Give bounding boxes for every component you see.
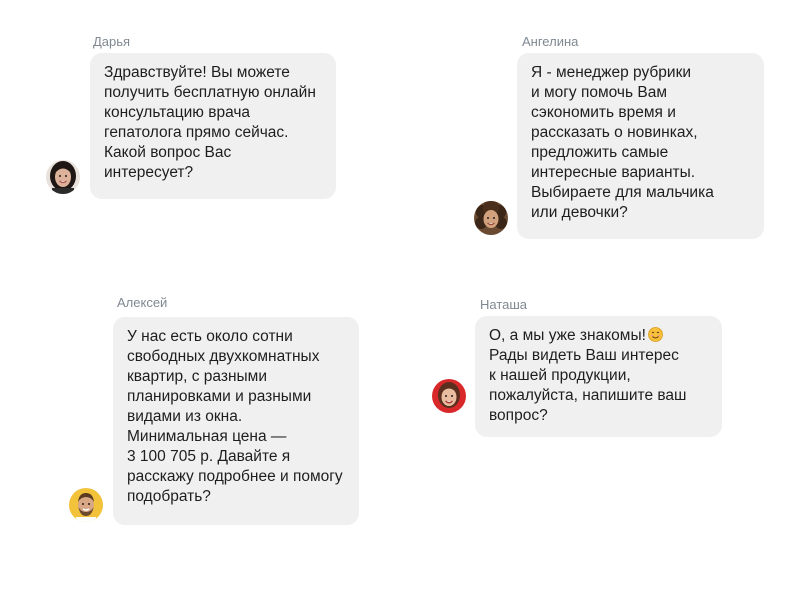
chat-examples-canvas: Дарья Здравствуйте! Вы можете получить б…	[0, 0, 800, 594]
smiling-face-emoji-icon	[647, 327, 663, 342]
message-text-rest: Рады видеть Ваш интерес к нашей продукци…	[489, 347, 687, 424]
sender-name: Алексей	[117, 295, 168, 310]
sender-name: Дарья	[93, 34, 131, 49]
message-text: О, а мы уже знакомы! Рады видеть Ваш инт…	[489, 326, 708, 426]
man-beard-avatar-icon	[69, 488, 103, 522]
sender-name: Ангелина	[522, 34, 579, 49]
sender-name: Наташа	[480, 297, 528, 312]
message-text: У нас есть около сотни свободных двухком…	[127, 328, 343, 505]
message-text-line: О, а мы уже знакомы!	[489, 327, 646, 344]
message-text: Я - менеджер рубрики и могу помочь Вам с…	[531, 64, 714, 221]
message-bubble: О, а мы уже знакомы! Рады видеть Ваш инт…	[475, 316, 722, 437]
woman-dark-hair-avatar-icon	[46, 160, 80, 194]
message-bubble: Я - менеджер рубрики и могу помочь Вам с…	[517, 53, 764, 239]
message-text: Здравствуйте! Вы можете получить бесплат…	[104, 64, 316, 181]
message-bubble: У нас есть около сотни свободных двухком…	[113, 317, 359, 525]
woman-curly-hair-avatar-icon	[474, 201, 508, 235]
woman-red-background-avatar-icon	[432, 379, 466, 413]
message-bubble: Здравствуйте! Вы можете получить бесплат…	[90, 53, 336, 199]
